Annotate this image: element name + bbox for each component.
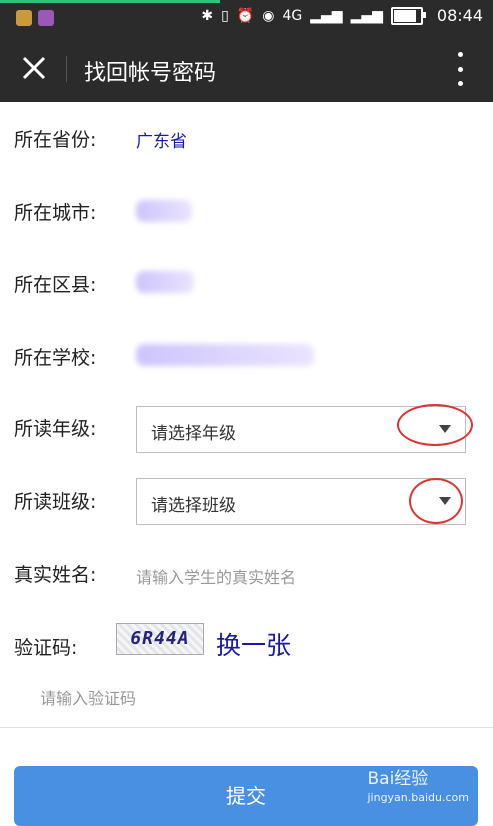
- status-accent-line: [0, 0, 220, 3]
- signal-2-icon: ▂▄▆: [350, 7, 383, 24]
- network-type: 4G: [282, 7, 303, 24]
- status-notification-icons: [16, 10, 54, 26]
- school-row: 所在学校:: [0, 319, 493, 393]
- class-select-value: 请选择班级: [151, 496, 236, 516]
- highlight-circle: [409, 478, 463, 524]
- name-input[interactable]: 请输入学生的真实姓名: [136, 564, 296, 588]
- watermark-url: jingyan.baidu.com: [367, 791, 469, 804]
- title-divider: [66, 56, 67, 82]
- province-value[interactable]: 广东省: [136, 127, 187, 152]
- eye-icon: ◉: [262, 7, 275, 24]
- grade-label: 所读年级:: [14, 418, 97, 440]
- close-icon: [22, 56, 46, 80]
- more-dot-icon: [457, 66, 463, 72]
- battery-icon: [390, 6, 426, 25]
- notification-app-icon: [16, 10, 32, 26]
- more-options-button[interactable]: [455, 52, 465, 86]
- more-dot-icon: [457, 52, 463, 57]
- vibrate-icon: ▯: [221, 7, 229, 24]
- province-row: 所在省份: 广东省: [0, 102, 493, 175]
- name-row: 真实姓名: 请输入学生的真实姓名: [0, 537, 493, 610]
- captcha-image[interactable]: 6R44A: [116, 623, 204, 655]
- title-bar: 找回帐号密码: [0, 36, 493, 102]
- watermark-brand: Bai经验: [367, 769, 429, 789]
- captcha-label: 验证码:: [14, 637, 78, 659]
- name-label: 真实姓名:: [14, 564, 97, 586]
- gallery-app-icon: [38, 10, 54, 26]
- status-bar: ✱ ▯ ⏰ ◉ 4G ▂▄▆ ▂▄▆ 08:44: [0, 0, 493, 36]
- class-label: 所读班级:: [14, 491, 97, 513]
- province-label: 所在省份:: [14, 129, 97, 151]
- alarm-icon: ⏰: [236, 7, 255, 24]
- battery-level: [393, 9, 417, 22]
- school-value-redacted[interactable]: [136, 344, 314, 366]
- captcha-input[interactable]: 请输入验证码: [40, 685, 136, 709]
- grade-row: 所读年级: 请选择年级: [0, 392, 493, 465]
- class-row: 所读班级: 请选择班级: [0, 464, 493, 538]
- status-right: ✱ ▯ ⏰ ◉ 4G ▂▄▆ ▂▄▆ 08:44: [201, 6, 483, 25]
- page-title: 找回帐号密码: [84, 61, 217, 86]
- city-row: 所在城市:: [0, 174, 493, 248]
- highlight-circle: [397, 404, 473, 446]
- city-label: 所在城市:: [14, 202, 97, 224]
- district-value-redacted[interactable]: [136, 271, 194, 293]
- captcha-refresh-link[interactable]: 换一张: [216, 626, 291, 662]
- district-row: 所在区县:: [0, 247, 493, 320]
- city-value-redacted[interactable]: [136, 200, 192, 222]
- more-dot-icon: [457, 81, 463, 86]
- clock: 08:44: [436, 6, 483, 25]
- school-label: 所在学校:: [14, 347, 97, 369]
- signal-icon: ▂▄▆: [310, 7, 343, 24]
- grade-select-value: 请选择年级: [151, 424, 236, 444]
- district-label: 所在区县:: [14, 274, 97, 296]
- bluetooth-icon: ✱: [201, 7, 214, 24]
- baidu-watermark: Bai经验 jingyan.baidu.com: [367, 764, 469, 804]
- close-button[interactable]: [18, 52, 50, 84]
